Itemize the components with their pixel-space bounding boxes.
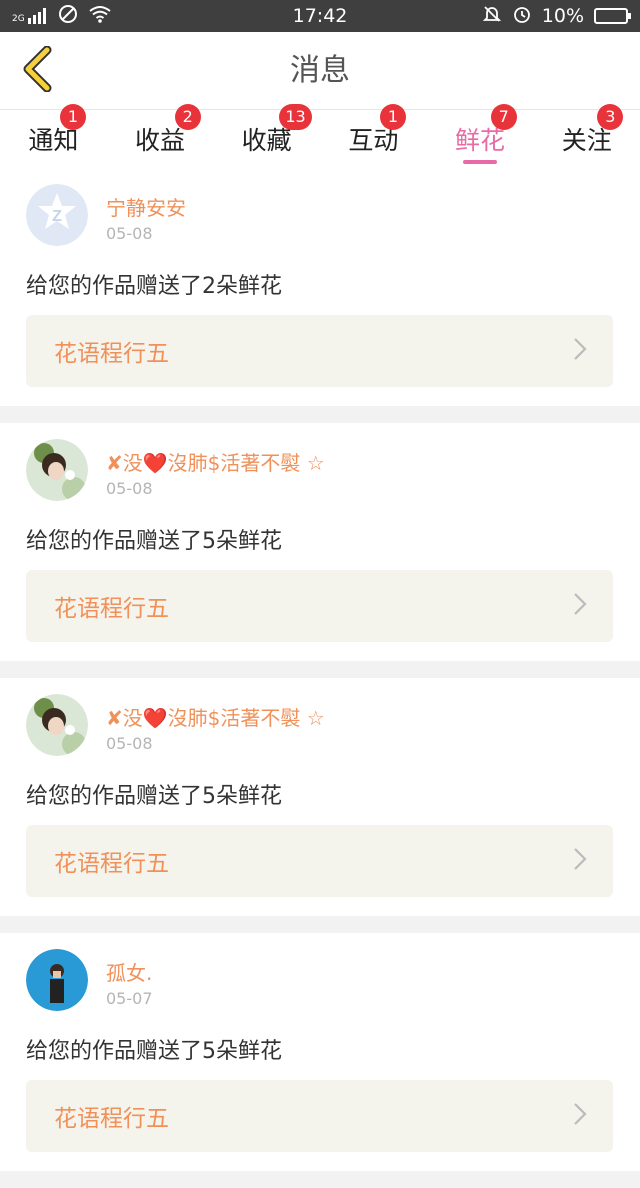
- message-card: 孤女. 05-07 给您的作品赠送了5朵鲜花花语程行五: [0, 933, 640, 1171]
- signal-icon: 2G: [12, 8, 48, 24]
- tab-badge: 1: [380, 104, 407, 130]
- tab-badge: 1: [60, 104, 86, 130]
- work-link[interactable]: 花语程行五: [26, 315, 613, 387]
- active-tab-indicator: [463, 160, 498, 164]
- message-date: 05-08: [106, 734, 153, 753]
- tab-3[interactable]: 互动 1: [320, 104, 427, 168]
- avatar[interactable]: [26, 439, 88, 501]
- avatar[interactable]: [26, 949, 88, 1011]
- tab-4[interactable]: 鲜花 7: [427, 104, 534, 168]
- alarm-icon: [512, 4, 532, 29]
- nav-header: 消息: [0, 32, 640, 110]
- wifi-icon: [88, 5, 112, 28]
- tab-0[interactable]: 通知 1: [0, 104, 107, 168]
- category-tabs: 通知 1 收益 2 收藏 13 互动 1 鲜花 7 关注 3: [0, 104, 640, 168]
- message-card: ✘没❤️沒肺$活著不褽 ☆ 05-08 给您的作品赠送了5朵鲜花花语程行五: [0, 423, 640, 661]
- message-date: 05-08: [106, 479, 153, 498]
- tab-badge: 13: [279, 104, 312, 130]
- page-title: 消息: [290, 53, 350, 88]
- back-arrow-icon: [20, 45, 54, 96]
- sender-username[interactable]: ✘没❤️沒肺$活著不褽 ☆: [106, 702, 325, 731]
- message-card: ✘没❤️沒肺$活著不褽 ☆ 05-08 给您的作品赠送了5朵鲜花花语程行五: [0, 678, 640, 916]
- network-type: 2G: [12, 14, 25, 24]
- tab-badge: 2: [174, 104, 201, 130]
- back-button[interactable]: [12, 45, 62, 96]
- battery-icon: [594, 8, 631, 24]
- tab-1[interactable]: 收益 2: [107, 104, 214, 168]
- tab-badge: 3: [597, 104, 624, 130]
- work-link[interactable]: 花语程行五: [26, 1080, 613, 1152]
- no-sim-icon: [58, 4, 78, 29]
- work-title: 花语程行五: [54, 596, 169, 622]
- svg-text:Z: Z: [52, 208, 62, 225]
- message-date: 05-07: [106, 989, 153, 1008]
- message-text: 给您的作品赠送了5朵鲜花: [26, 529, 282, 554]
- sender-username[interactable]: ✘没❤️沒肺$活著不褽 ☆: [106, 447, 325, 476]
- sender-username[interactable]: 孤女.: [106, 957, 152, 986]
- battery-percent: 10%: [541, 5, 584, 27]
- tab-label: 收益: [135, 126, 186, 155]
- work-link[interactable]: 花语程行五: [26, 825, 613, 897]
- chevron-right-icon: [573, 592, 587, 620]
- message-list: Z 宁静安安 05-08 给您的作品赠送了2朵鲜花 花语程行五 ✘没❤️沒肺$活著不褽 ☆…: [0, 168, 640, 1188]
- bell-off-icon: [482, 4, 502, 29]
- message-text: 给您的作品赠送了5朵鲜花: [26, 1039, 282, 1064]
- work-title: 花语程行五: [54, 341, 169, 367]
- message-date: 05-08: [106, 224, 153, 243]
- chevron-right-icon: [573, 1102, 587, 1130]
- message-text: 给您的作品赠送了2朵鲜花: [26, 274, 282, 299]
- status-bar: 2G 17:42 10%: [0, 0, 640, 32]
- work-title: 花语程行五: [54, 851, 169, 877]
- message-card: Z 宁静安安 05-08 给您的作品赠送了2朵鲜花花语程行五: [0, 168, 640, 406]
- chevron-right-icon: [573, 337, 587, 365]
- tab-5[interactable]: 关注 3: [533, 104, 640, 168]
- sender-username[interactable]: 宁静安安: [106, 192, 186, 221]
- message-text: 给您的作品赠送了5朵鲜花: [26, 784, 282, 809]
- avatar[interactable]: [26, 694, 88, 756]
- avatar[interactable]: Z: [26, 184, 88, 246]
- work-title: 花语程行五: [54, 1106, 169, 1132]
- work-link[interactable]: 花语程行五: [26, 570, 613, 642]
- tab-2[interactable]: 收藏 13: [213, 104, 320, 168]
- chevron-right-icon: [573, 847, 587, 875]
- tab-badge: 7: [490, 104, 517, 130]
